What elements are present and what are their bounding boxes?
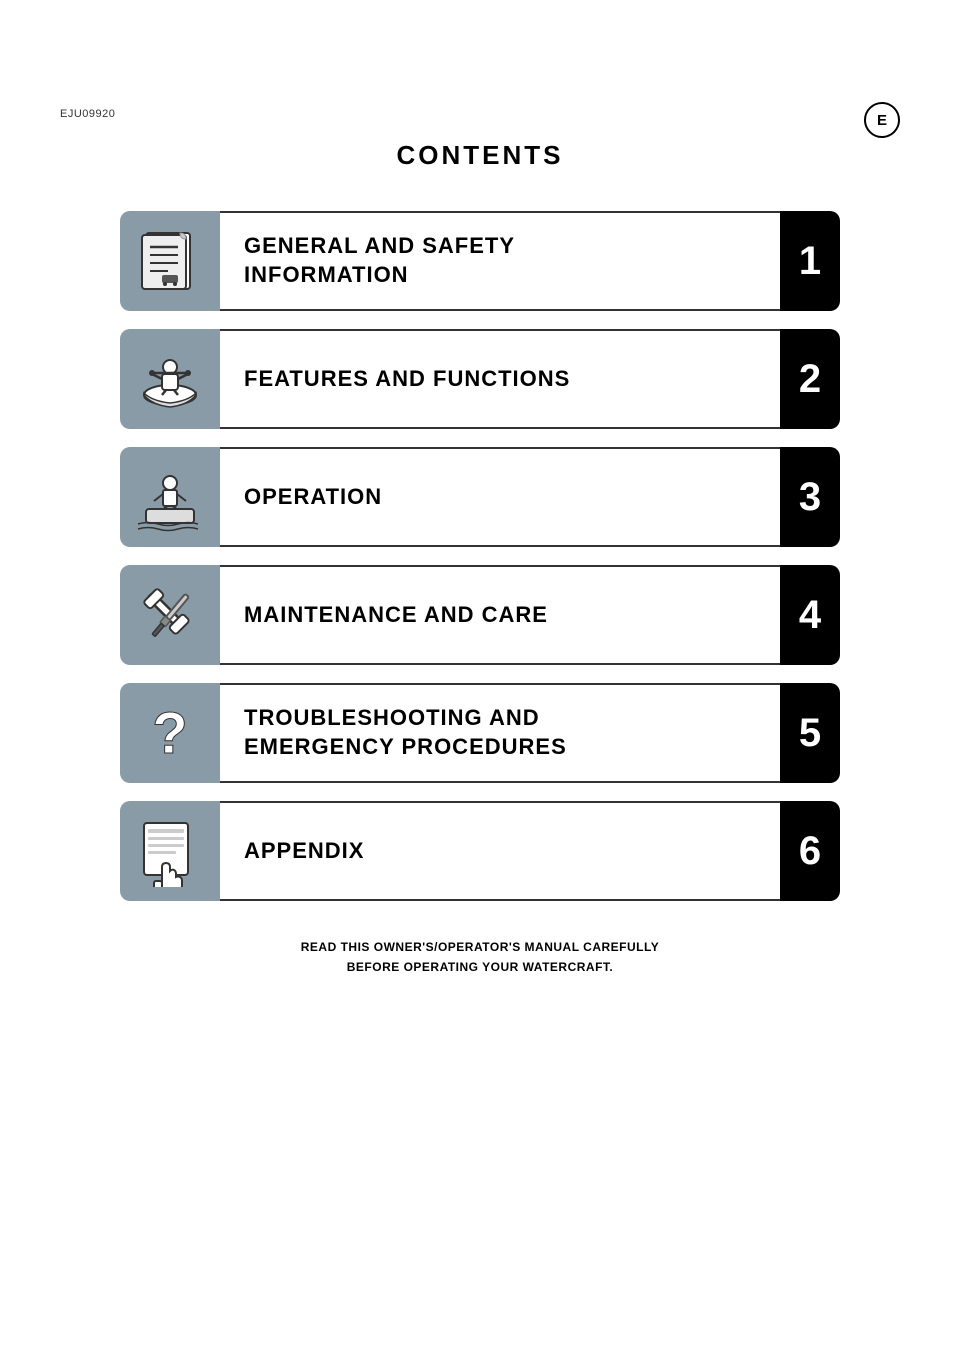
toc-item-6[interactable]: APPENDIX 6 — [120, 801, 840, 901]
appendix-label-box: APPENDIX — [220, 801, 780, 901]
doc-code: EJU09920 — [60, 108, 115, 120]
svg-text:?: ? — [152, 701, 187, 766]
language-badge: E — [864, 102, 900, 138]
appendix-number-box: 6 — [780, 801, 840, 901]
maintenance-label: MAINTENANCE AND CARE — [244, 601, 548, 630]
maintenance-label-box: MAINTENANCE AND CARE — [220, 565, 780, 665]
toc-item-1[interactable]: GENERAL AND SAFETYINFORMATION 1 — [120, 211, 840, 311]
operation-icon — [120, 447, 220, 547]
troubleshooting-label: TROUBLESHOOTING ANDEMERGENCY PROCEDURES — [244, 704, 567, 761]
features-number-box: 2 — [780, 329, 840, 429]
features-label-box: FEATURES AND FUNCTIONS — [220, 329, 780, 429]
toc-item-5[interactable]: ? TROUBLESHOOTING ANDEMERGENCY PROCEDURE… — [120, 683, 840, 783]
toc-item-4[interactable]: MAINTENANCE AND CARE 4 — [120, 565, 840, 665]
footer-line1: READ THIS OWNER'S/OPERATOR'S MANUAL CARE… — [301, 940, 659, 954]
appendix-icon — [120, 801, 220, 901]
features-number: 2 — [799, 357, 821, 402]
features-label: FEATURES AND FUNCTIONS — [244, 365, 570, 394]
footer-text: READ THIS OWNER'S/OPERATOR'S MANUAL CARE… — [301, 937, 659, 978]
general-safety-number-box: 1 — [780, 211, 840, 311]
troubleshooting-icon: ? — [120, 683, 220, 783]
toc-item-2[interactable]: FEATURES AND FUNCTIONS 2 — [120, 329, 840, 429]
operation-label-box: OPERATION — [220, 447, 780, 547]
footer-line2: BEFORE OPERATING YOUR WATERCRAFT. — [347, 960, 614, 974]
page-title: CONTENTS — [397, 140, 564, 171]
general-safety-label-box: GENERAL AND SAFETYINFORMATION — [220, 211, 780, 311]
page-wrapper: EJU09920 E CONTENTS — [0, 0, 960, 1358]
maintenance-icon — [120, 565, 220, 665]
operation-label: OPERATION — [244, 483, 382, 512]
troubleshooting-number: 5 — [799, 711, 821, 756]
general-safety-number: 1 — [799, 239, 821, 284]
operation-number-box: 3 — [780, 447, 840, 547]
toc-item-3[interactable]: OPERATION 3 — [120, 447, 840, 547]
operation-number: 3 — [799, 475, 821, 520]
appendix-number: 6 — [799, 829, 821, 874]
maintenance-number-box: 4 — [780, 565, 840, 665]
general-safety-label: GENERAL AND SAFETYINFORMATION — [244, 232, 515, 289]
appendix-label: APPENDIX — [244, 837, 364, 866]
troubleshooting-number-box: 5 — [780, 683, 840, 783]
troubleshooting-label-box: TROUBLESHOOTING ANDEMERGENCY PROCEDURES — [220, 683, 780, 783]
maintenance-number: 4 — [799, 593, 821, 638]
general-safety-icon — [120, 211, 220, 311]
features-icon — [120, 329, 220, 429]
toc-list: GENERAL AND SAFETYINFORMATION 1 — [120, 211, 840, 901]
